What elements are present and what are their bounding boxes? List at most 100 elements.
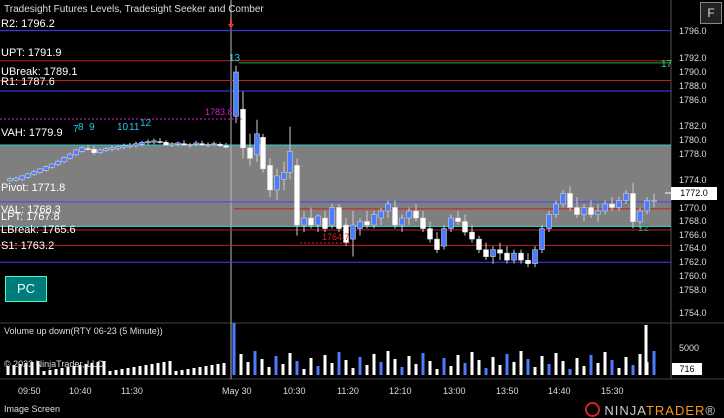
count-label: 12 [140,118,152,129]
candle-body [336,207,342,229]
candle-body [322,217,328,229]
candle-body [115,146,121,149]
candle-body [247,147,253,159]
x-tick: 11:20 [337,386,359,396]
volume-bar [484,368,488,375]
y-tick: 1788.0 [679,81,707,91]
y-tick: 1758.0 [679,285,707,295]
volume-bar [162,362,166,375]
y-tick: 1778.0 [679,149,707,159]
x-tick: 12:10 [389,386,412,396]
candle-body [25,173,31,178]
brand-ninja: NINJA [604,403,646,418]
chart-canvas[interactable]: 7 8 9 10 11 121317121783.81764.7 [0,0,724,418]
candle-body [181,143,187,146]
volume-bar [644,325,648,375]
candle-body [378,210,384,219]
candle-body [163,141,169,146]
candle-body [133,143,139,146]
volume-bar [652,351,656,375]
float-button[interactable]: F [700,2,722,24]
volume-bar [568,369,572,375]
candle-body [109,147,115,150]
volume-bar [421,353,425,375]
y-tick: 1780.0 [679,135,707,145]
x-tick: 09:50 [18,386,41,396]
volume-bar [498,365,502,375]
volume-bar [491,357,495,375]
y-tick: 1774.0 [679,175,707,185]
count-label: 13 [229,53,241,64]
volume-bar [519,351,523,375]
candle-body [217,144,223,146]
volume-bar [54,369,58,375]
candle-body [315,215,321,226]
volume-bar [309,358,313,375]
candle-body [145,141,151,144]
volume-bar [533,367,537,375]
volume-bar [400,367,404,375]
candle-body [371,214,377,226]
candle-body [199,143,205,146]
candle-body [308,217,314,226]
price-mark-label: 1783.8 [205,107,233,117]
candle-body [13,177,19,181]
candle-body [240,108,246,149]
candle-body [49,163,55,168]
candle-body [420,217,426,229]
level-label-r1: R1: 1787.6 [1,76,55,88]
volume-bar [386,351,390,375]
volume-bar [246,362,250,375]
candle-body [254,133,260,156]
volume-bar [198,367,202,375]
value-area-band [0,145,671,227]
candle-body [581,207,587,215]
candle-body [462,221,468,233]
candle-body [211,143,217,145]
x-tick: 13:50 [496,386,519,396]
volume-bar [526,359,530,375]
volume-bar [575,358,579,375]
y-tick: 1782.0 [679,121,707,131]
volume-bar [274,356,278,375]
x-tick: 14:40 [548,386,571,396]
count-label: 10 [117,122,129,133]
volume-bar [114,370,118,375]
pc-button[interactable]: PC [5,276,47,302]
candle-body [61,157,67,163]
volume-bar [295,361,299,375]
current-price-badge: 1772.0 [671,187,717,200]
volume-bar [260,359,264,375]
volume-value-badge: 716 [672,363,702,375]
brand-reg: ® [705,403,716,418]
candle-body [504,252,510,261]
candle-body [441,228,447,247]
candle-body [205,144,211,146]
volume-bar [253,351,257,375]
candle-body [399,217,405,226]
candle-body [539,228,545,250]
volume-bar [48,370,52,375]
candle-body [55,160,61,165]
candle-body [260,137,266,170]
volume-bar [407,356,411,375]
candle-body [385,203,391,212]
candle-body [37,168,43,173]
y-tick: 1764.0 [679,243,707,253]
volume-bar [150,364,154,375]
count-label: 17 [661,59,673,70]
candle-body [392,207,398,226]
candle-body [19,175,25,180]
candle-body [329,207,335,226]
candle-body [301,217,307,226]
y-tick: 1796.0 [679,26,707,36]
candle-body [497,249,503,254]
volume-bar [414,364,418,375]
volume-bar [204,366,208,375]
candle-body [7,178,13,182]
volume-bar [435,369,439,375]
candle-body [413,210,419,219]
volume-bar [554,353,558,375]
count-label: 12 [638,223,650,234]
candle-body [511,252,517,261]
